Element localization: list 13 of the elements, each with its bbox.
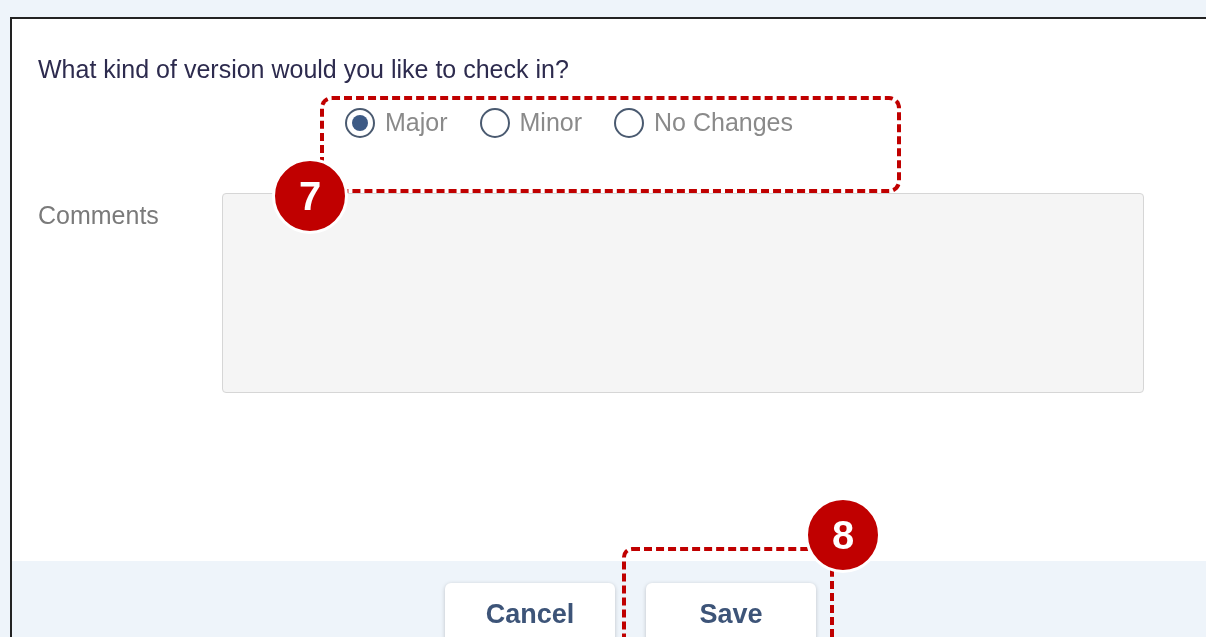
dialog-button[interactable]: Cancel (445, 583, 615, 637)
radio-option[interactable]: No Changes (614, 104, 793, 142)
radio-option[interactable]: Major (345, 104, 448, 142)
question-text: What kind of version would you like to check in? (38, 54, 570, 85)
radio-button[interactable] (614, 108, 645, 138)
option-label: Minor (519, 107, 583, 139)
option-label: Major (385, 107, 448, 139)
radio-button[interactable] (479, 108, 510, 138)
radio-button[interactable] (345, 108, 375, 138)
radio-option[interactable]: Minor (479, 104, 583, 142)
dialog-button[interactable]: Save (646, 583, 816, 637)
comments-label: Comments (38, 200, 160, 231)
option-label: No Changes (654, 107, 793, 139)
